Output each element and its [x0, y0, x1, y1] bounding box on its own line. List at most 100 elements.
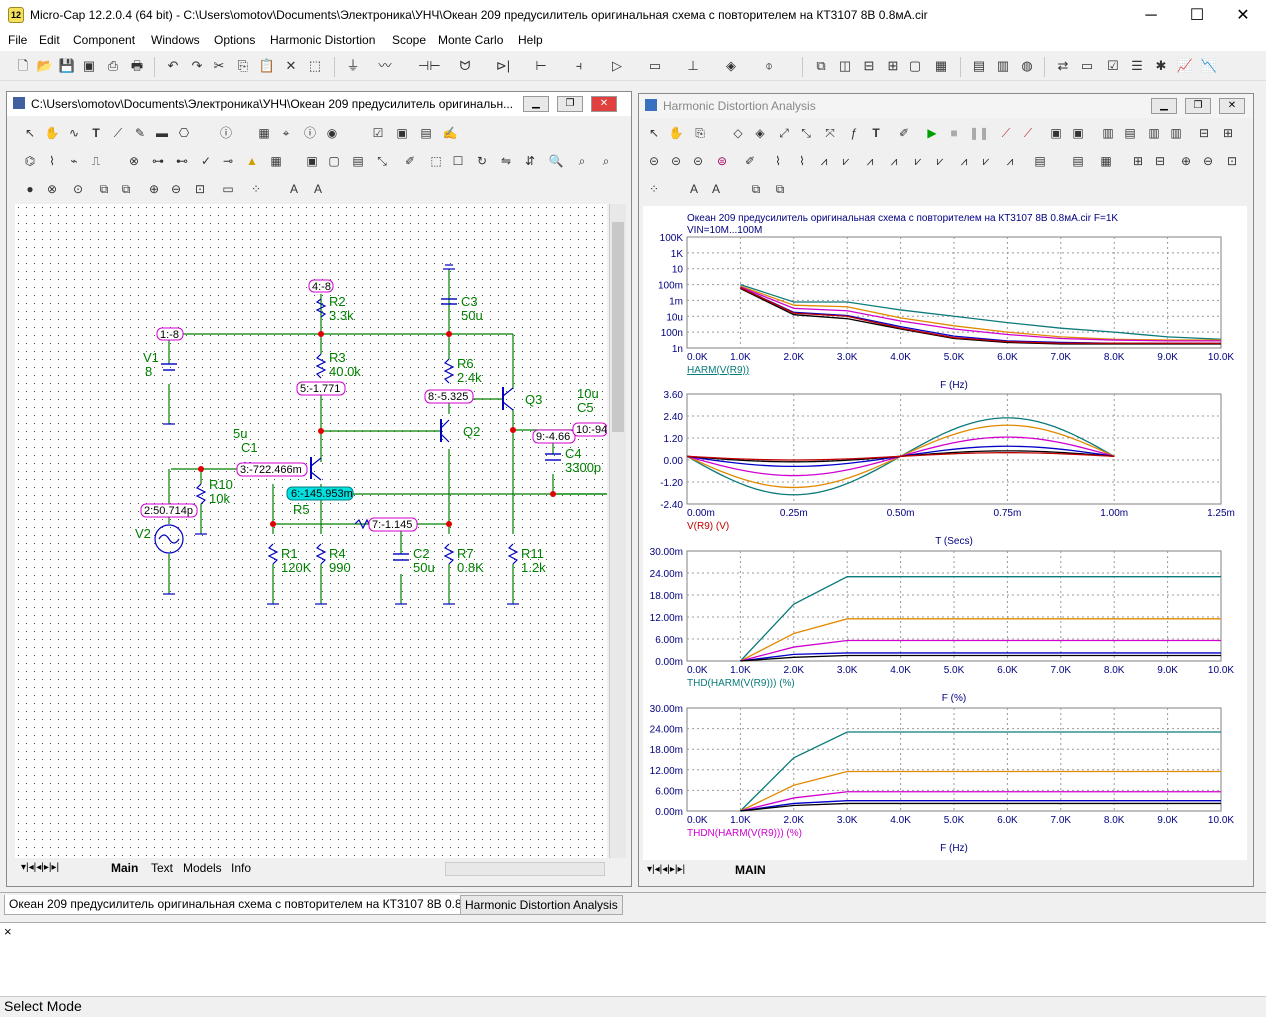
- analysis-zoom-out-icon[interactable]: ⊖: [1199, 152, 1217, 170]
- find-all-icon[interactable]: ⌕: [597, 152, 615, 170]
- formula-icon[interactable]: ƒ: [845, 124, 863, 142]
- edit-list-icon[interactable]: ✍: [441, 124, 459, 142]
- delete-icon[interactable]: ✕: [282, 57, 300, 75]
- pen-icon[interactable]: ✎: [131, 124, 149, 142]
- tab-text[interactable]: Text: [151, 861, 173, 875]
- paste-page-icon[interactable]: ⧉: [117, 180, 135, 198]
- tab-models[interactable]: Models: [183, 861, 222, 875]
- resize-icon[interactable]: ⤡: [373, 152, 391, 170]
- info-icon[interactable]: ⓘ: [217, 124, 235, 142]
- analysis-close-button[interactable]: ✕: [1219, 98, 1245, 114]
- analysis-select-icon[interactable]: ↖: [645, 124, 663, 142]
- align-icon[interactable]: ⩘: [955, 152, 973, 170]
- cursor4-icon[interactable]: ⊜: [713, 152, 731, 170]
- select-arrow-icon[interactable]: ↖: [21, 124, 39, 142]
- schematic-close-button[interactable]: ✕: [591, 96, 617, 112]
- grid-list-icon[interactable]: ▤: [417, 124, 435, 142]
- doc-tab-schematic[interactable]: Океан 209 предусилитель оригинальная схе…: [4, 895, 499, 915]
- plot-icon[interactable]: 📈: [1176, 57, 1194, 75]
- cursor2-icon[interactable]: ⊝: [667, 152, 685, 170]
- cascade-icon[interactable]: ⧉: [812, 57, 830, 75]
- valley-icon[interactable]: ⌇: [793, 152, 811, 170]
- table-icon[interactable]: ▦: [255, 124, 273, 142]
- pin-markers-icon[interactable]: ⊗: [125, 152, 143, 170]
- save-icon[interactable]: 💾: [58, 57, 76, 75]
- new-file-icon[interactable]: 🗋: [14, 57, 32, 75]
- paste-icon[interactable]: 📋: [258, 57, 276, 75]
- tile-horizontal-icon[interactable]: ⊟: [860, 57, 878, 75]
- analysis-grid-icon[interactable]: ⁘: [645, 180, 663, 198]
- scale4-icon[interactable]: ⤡: [797, 124, 815, 142]
- menu-file[interactable]: File: [8, 33, 27, 47]
- component-editor-icon[interactable]: ▤: [970, 57, 988, 75]
- color-icon[interactable]: A: [309, 180, 327, 198]
- grid-icon[interactable]: ▦: [267, 152, 285, 170]
- cut-icon[interactable]: ✂: [210, 57, 228, 75]
- schematic-canvas[interactable]: R2 3.3k R3 40.0k R6 2.4k C3 50u V1 8 Q2 …: [15, 204, 608, 858]
- analysis-copy-icon[interactable]: ⎘: [691, 124, 709, 142]
- tab-info[interactable]: Info: [231, 861, 251, 875]
- macro-icon[interactable]: ▭: [646, 57, 664, 75]
- tab-analysis-main[interactable]: MAIN: [735, 863, 766, 877]
- capacitor-icon[interactable]: ⊣⊢: [418, 57, 441, 75]
- layout2-icon[interactable]: ▤: [1121, 124, 1139, 142]
- node-numbers-icon[interactable]: ⌬: [21, 152, 39, 170]
- numbers-icon[interactable]: ▦: [1097, 152, 1115, 170]
- help2-icon[interactable]: ◉: [323, 124, 341, 142]
- menu-monte-carlo[interactable]: Monte Carlo: [438, 33, 503, 47]
- copy-page-icon[interactable]: ⧉: [95, 180, 113, 198]
- tools-icon[interactable]: ✱: [1152, 57, 1170, 75]
- layout4-icon[interactable]: ▥: [1167, 124, 1185, 142]
- global-high-icon[interactable]: ⩘: [885, 152, 903, 170]
- region-icon[interactable]: ⬚: [427, 152, 445, 170]
- limits-icon[interactable]: ⟋: [997, 124, 1015, 142]
- box-icon[interactable]: ☐: [449, 152, 467, 170]
- window-icon[interactable]: ▢: [906, 57, 924, 75]
- data-icon[interactable]: ▤: [1069, 152, 1087, 170]
- scale2-icon[interactable]: ◈: [751, 124, 769, 142]
- tag-icon[interactable]: ✐: [741, 152, 759, 170]
- check-box2-icon[interactable]: ▣: [393, 124, 411, 142]
- analysis-restore-button[interactable]: ❐: [1185, 98, 1211, 114]
- menu-component[interactable]: Component: [73, 33, 135, 47]
- copy-icon[interactable]: ⎘: [234, 57, 252, 75]
- analysis-copy2-icon[interactable]: ⧉: [747, 180, 765, 198]
- battery-icon[interactable]: ⫞: [570, 57, 588, 75]
- slope-icon[interactable]: ⩗: [931, 152, 949, 170]
- schematic-restore-button[interactable]: ❐: [557, 96, 583, 112]
- analysis-paste2-icon[interactable]: ⧉: [771, 180, 789, 198]
- node-voltages-icon[interactable]: ⌇: [43, 152, 61, 170]
- bounds2-icon[interactable]: ⊟: [1151, 152, 1169, 170]
- box3-icon[interactable]: ▣: [1069, 124, 1087, 142]
- low-icon[interactable]: ⩗: [837, 152, 855, 170]
- output-close-button[interactable]: ×: [4, 924, 12, 939]
- peak-icon[interactable]: ⌇: [769, 152, 787, 170]
- scale-icon[interactable]: ◇: [729, 124, 747, 142]
- scale3-icon[interactable]: ⤢: [775, 124, 793, 142]
- attribute-icon[interactable]: ✓: [197, 152, 215, 170]
- convert-icon[interactable]: ⇄: [1054, 57, 1072, 75]
- save-all-icon[interactable]: ▣: [80, 57, 98, 75]
- step-icon[interactable]: ⊙: [69, 180, 87, 198]
- font-icon[interactable]: A: [285, 180, 303, 198]
- print-icon[interactable]: 🖶: [128, 57, 146, 75]
- page3-icon[interactable]: ▤: [349, 152, 367, 170]
- schematic-minimize-button[interactable]: ▁: [523, 96, 549, 112]
- rotate-icon[interactable]: ↻: [473, 152, 491, 170]
- bus-icon[interactable]: ▬: [153, 124, 171, 142]
- stop-icon[interactable]: ●: [21, 180, 39, 198]
- list-icon[interactable]: ☰: [1128, 57, 1146, 75]
- menu-scope[interactable]: Scope: [392, 33, 426, 47]
- cursor1-icon[interactable]: ⊝: [645, 152, 663, 170]
- pan-icon[interactable]: ✋: [43, 124, 61, 142]
- web-icon[interactable]: ◍: [1018, 57, 1036, 75]
- text-editor-icon[interactable]: ▭: [1078, 57, 1096, 75]
- cursor3-icon[interactable]: ⊝: [689, 152, 707, 170]
- power-icon[interactable]: ⎍: [87, 152, 105, 170]
- high-icon[interactable]: ⩘: [815, 152, 833, 170]
- text-box-icon[interactable]: ▭: [219, 180, 237, 198]
- flip-y-icon[interactable]: ⇵: [521, 152, 539, 170]
- warning-icon[interactable]: ▲: [243, 152, 261, 170]
- page-icon[interactable]: ▣: [303, 152, 321, 170]
- close-button[interactable]: ✕: [1220, 0, 1266, 31]
